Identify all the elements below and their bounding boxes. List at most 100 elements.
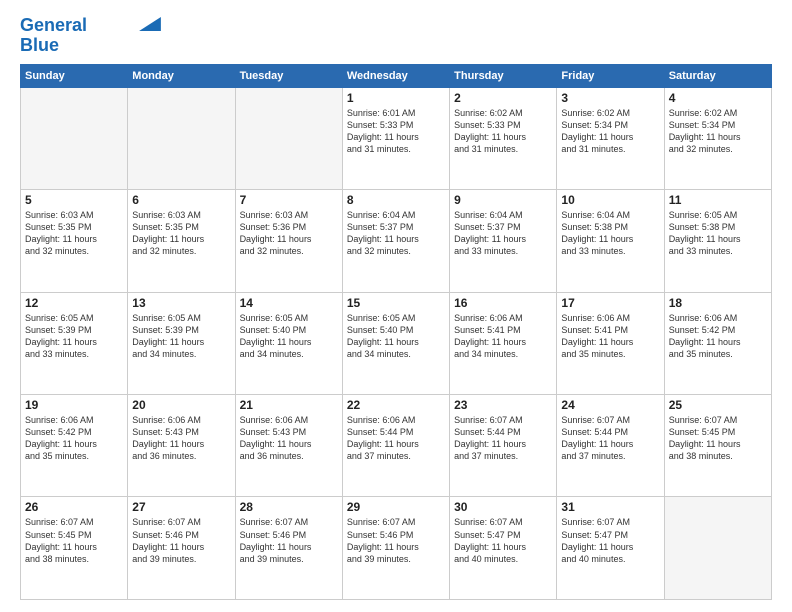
day-info: Sunrise: 6:05 AMSunset: 5:38 PMDaylight:… xyxy=(669,209,767,258)
dow-header-tuesday: Tuesday xyxy=(235,64,342,87)
page: General Blue SundayMondayTuesdayWednesda… xyxy=(0,0,792,612)
calendar-body: 1Sunrise: 6:01 AMSunset: 5:33 PMDaylight… xyxy=(21,87,772,599)
day-info: Sunrise: 6:07 AMSunset: 5:46 PMDaylight:… xyxy=(240,516,338,565)
day-info: Sunrise: 6:02 AMSunset: 5:34 PMDaylight:… xyxy=(561,107,659,156)
day-number: 24 xyxy=(561,398,659,412)
day-info: Sunrise: 6:06 AMSunset: 5:43 PMDaylight:… xyxy=(240,414,338,463)
day-number: 1 xyxy=(347,91,445,105)
logo-arrow-icon xyxy=(139,17,161,31)
week-row-4: 26 Sunrise: 6:07 AMSunset: 5:45 PMDayligh… xyxy=(21,497,772,600)
cal-cell: 11 Sunrise: 6:05 AMSunset: 5:38 PMDayligh… xyxy=(664,190,771,292)
day-info: Sunrise: 6:07 AMSunset: 5:44 PMDaylight:… xyxy=(561,414,659,463)
day-number: 28 xyxy=(240,500,338,514)
dow-header-thursday: Thursday xyxy=(450,64,557,87)
logo-text: General xyxy=(20,16,87,36)
day-info: Sunrise: 6:04 AMSunset: 5:38 PMDaylight:… xyxy=(561,209,659,258)
day-info: Sunrise: 6:07 AMSunset: 5:45 PMDaylight:… xyxy=(25,516,123,565)
day-number: 6 xyxy=(132,193,230,207)
day-number: 22 xyxy=(347,398,445,412)
header: General Blue xyxy=(20,16,772,56)
week-row-1: 5 Sunrise: 6:03 AMSunset: 5:35 PMDaylight… xyxy=(21,190,772,292)
day-info: Sunrise: 6:07 AMSunset: 5:47 PMDaylight:… xyxy=(561,516,659,565)
cal-cell: 17Sunrise: 6:06 AMSunset: 5:41 PMDayligh… xyxy=(557,292,664,394)
day-number: 18 xyxy=(669,296,767,310)
day-info: Sunrise: 6:03 AMSunset: 5:35 PMDaylight:… xyxy=(25,209,123,258)
day-info: Sunrise: 6:06 AMSunset: 5:42 PMDaylight:… xyxy=(25,414,123,463)
cal-cell: 10 Sunrise: 6:04 AMSunset: 5:38 PMDayligh… xyxy=(557,190,664,292)
cal-cell: 24 Sunrise: 6:07 AMSunset: 5:44 PMDayligh… xyxy=(557,395,664,497)
cal-cell: 14 Sunrise: 6:05 AMSunset: 5:40 PMDayligh… xyxy=(235,292,342,394)
day-info: Sunrise: 6:05 AMSunset: 5:39 PMDaylight:… xyxy=(132,312,230,361)
day-number: 3 xyxy=(561,91,659,105)
day-number: 20 xyxy=(132,398,230,412)
day-info: Sunrise: 6:03 AMSunset: 5:35 PMDaylight:… xyxy=(132,209,230,258)
day-number: 16 xyxy=(454,296,552,310)
day-info: Sunrise: 6:05 AMSunset: 5:40 PMDaylight:… xyxy=(240,312,338,361)
cal-cell: 21 Sunrise: 6:06 AMSunset: 5:43 PMDayligh… xyxy=(235,395,342,497)
day-info: Sunrise: 6:06 AMSunset: 5:42 PMDaylight:… xyxy=(669,312,767,361)
day-info: Sunrise: 6:05 AMSunset: 5:40 PMDaylight:… xyxy=(347,312,445,361)
cal-cell: 27 Sunrise: 6:07 AMSunset: 5:46 PMDayligh… xyxy=(128,497,235,600)
day-number: 21 xyxy=(240,398,338,412)
day-info: Sunrise: 6:04 AMSunset: 5:37 PMDaylight:… xyxy=(454,209,552,258)
day-number: 13 xyxy=(132,296,230,310)
day-info: Sunrise: 6:05 AMSunset: 5:39 PMDaylight:… xyxy=(25,312,123,361)
cal-cell: 3 Sunrise: 6:02 AMSunset: 5:34 PMDaylight… xyxy=(557,87,664,189)
calendar-table: SundayMondayTuesdayWednesdayThursdayFrid… xyxy=(20,64,772,600)
cal-cell: 16Sunrise: 6:06 AMSunset: 5:41 PMDayligh… xyxy=(450,292,557,394)
cal-cell xyxy=(21,87,128,189)
cal-cell: 29 Sunrise: 6:07 AMSunset: 5:46 PMDayligh… xyxy=(342,497,449,600)
week-row-0: 1Sunrise: 6:01 AMSunset: 5:33 PMDaylight… xyxy=(21,87,772,189)
day-number: 29 xyxy=(347,500,445,514)
day-info: Sunrise: 6:07 AMSunset: 5:46 PMDaylight:… xyxy=(132,516,230,565)
cal-cell: 7Sunrise: 6:03 AMSunset: 5:36 PMDaylight… xyxy=(235,190,342,292)
day-number: 15 xyxy=(347,296,445,310)
day-info: Sunrise: 6:04 AMSunset: 5:37 PMDaylight:… xyxy=(347,209,445,258)
logo-blue-text: Blue xyxy=(20,36,59,56)
cal-cell: 4 Sunrise: 6:02 AMSunset: 5:34 PMDaylight… xyxy=(664,87,771,189)
day-number: 19 xyxy=(25,398,123,412)
day-number: 27 xyxy=(132,500,230,514)
day-number: 9 xyxy=(454,193,552,207)
day-number: 25 xyxy=(669,398,767,412)
cal-cell: 6 Sunrise: 6:03 AMSunset: 5:35 PMDaylight… xyxy=(128,190,235,292)
day-info: Sunrise: 6:02 AMSunset: 5:34 PMDaylight:… xyxy=(669,107,767,156)
day-info: Sunrise: 6:06 AMSunset: 5:44 PMDaylight:… xyxy=(347,414,445,463)
cal-cell: 8 Sunrise: 6:04 AMSunset: 5:37 PMDaylight… xyxy=(342,190,449,292)
day-number: 11 xyxy=(669,193,767,207)
day-number: 2 xyxy=(454,91,552,105)
day-number: 8 xyxy=(347,193,445,207)
day-number: 10 xyxy=(561,193,659,207)
day-info: Sunrise: 6:07 AMSunset: 5:47 PMDaylight:… xyxy=(454,516,552,565)
cal-cell: 31 Sunrise: 6:07 AMSunset: 5:47 PMDayligh… xyxy=(557,497,664,600)
cal-cell: 28 Sunrise: 6:07 AMSunset: 5:46 PMDayligh… xyxy=(235,497,342,600)
cal-cell: 1Sunrise: 6:01 AMSunset: 5:33 PMDaylight… xyxy=(342,87,449,189)
cal-cell: 20Sunrise: 6:06 AMSunset: 5:43 PMDayligh… xyxy=(128,395,235,497)
day-number: 31 xyxy=(561,500,659,514)
cal-cell: 9 Sunrise: 6:04 AMSunset: 5:37 PMDaylight… xyxy=(450,190,557,292)
day-number: 14 xyxy=(240,296,338,310)
cal-cell xyxy=(235,87,342,189)
day-number: 17 xyxy=(561,296,659,310)
day-number: 23 xyxy=(454,398,552,412)
day-number: 26 xyxy=(25,500,123,514)
day-info: Sunrise: 6:07 AMSunset: 5:44 PMDaylight:… xyxy=(454,414,552,463)
cal-cell xyxy=(664,497,771,600)
cal-cell: 30Sunrise: 6:07 AMSunset: 5:47 PMDayligh… xyxy=(450,497,557,600)
day-info: Sunrise: 6:07 AMSunset: 5:45 PMDaylight:… xyxy=(669,414,767,463)
day-number: 12 xyxy=(25,296,123,310)
cal-cell: 15 Sunrise: 6:05 AMSunset: 5:40 PMDayligh… xyxy=(342,292,449,394)
week-row-2: 12 Sunrise: 6:05 AMSunset: 5:39 PMDayligh… xyxy=(21,292,772,394)
cal-cell: 23 Sunrise: 6:07 AMSunset: 5:44 PMDayligh… xyxy=(450,395,557,497)
logo: General Blue xyxy=(20,16,161,56)
day-info: Sunrise: 6:02 AMSunset: 5:33 PMDaylight:… xyxy=(454,107,552,156)
day-number: 5 xyxy=(25,193,123,207)
day-info: Sunrise: 6:03 AMSunset: 5:36 PMDaylight:… xyxy=(240,209,338,258)
day-info: Sunrise: 6:07 AMSunset: 5:46 PMDaylight:… xyxy=(347,516,445,565)
dow-header-saturday: Saturday xyxy=(664,64,771,87)
cal-cell: 19 Sunrise: 6:06 AMSunset: 5:42 PMDayligh… xyxy=(21,395,128,497)
cal-cell: 5 Sunrise: 6:03 AMSunset: 5:35 PMDaylight… xyxy=(21,190,128,292)
cal-cell: 13 Sunrise: 6:05 AMSunset: 5:39 PMDayligh… xyxy=(128,292,235,394)
dow-header-wednesday: Wednesday xyxy=(342,64,449,87)
day-number: 4 xyxy=(669,91,767,105)
